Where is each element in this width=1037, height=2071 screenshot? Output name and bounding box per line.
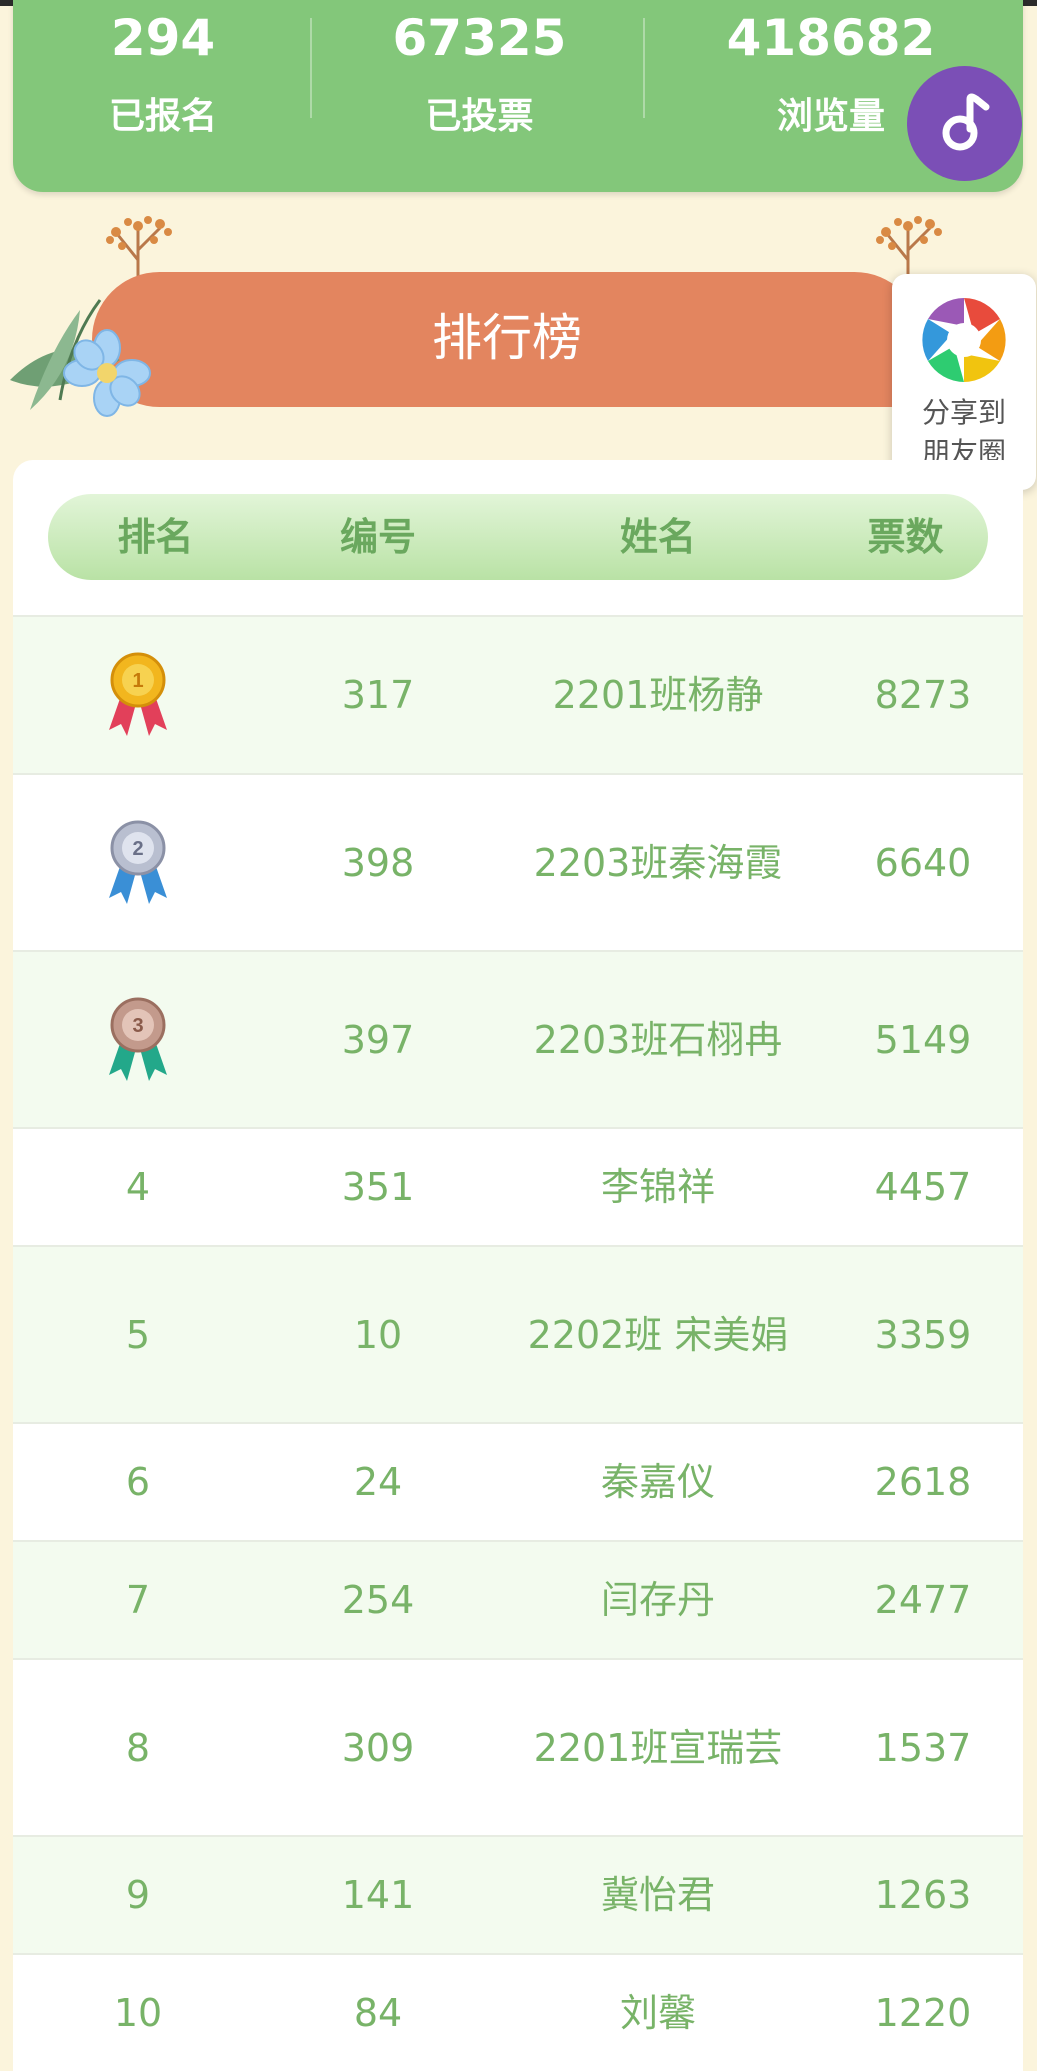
votes-cell: 6640	[874, 840, 972, 885]
table-row[interactable]: 4 351 李锦祥 4457	[13, 1127, 1023, 1245]
table-row[interactable]: 8 309 2201班宣瑞芸 1537	[13, 1658, 1023, 1835]
id-cell: 398	[341, 840, 415, 885]
id-cell: 141	[341, 1873, 415, 1917]
share-label-line1: 分享到	[921, 396, 1006, 429]
table-row[interactable]: 6 24 秦嘉仪 2618	[13, 1422, 1023, 1540]
rank-cell: 9	[125, 1873, 151, 1917]
votes-cell: 2618	[874, 1460, 972, 1504]
id-cell: 10	[353, 1312, 403, 1357]
rank-cell: 2	[13, 775, 263, 950]
silver-medal-icon: 2	[109, 820, 167, 904]
ranking-table: 排名 编号 姓名 票数 1 317 2201班杨静 8273 2 398 220…	[13, 460, 1023, 2071]
id-cell: 397	[341, 1017, 415, 1062]
name-cell: 2202班 宋美娟	[527, 1312, 789, 1357]
table-header: 排名 编号 姓名 票数	[48, 494, 988, 580]
ranking-title: 排行榜	[432, 309, 582, 367]
header-votes: 票数	[867, 515, 944, 559]
rank-cell: 1	[13, 617, 263, 773]
header-name: 姓名	[619, 515, 696, 559]
header-id: 编号	[339, 515, 416, 559]
stats-divider	[310, 18, 312, 118]
name-cell: 2201班杨静	[552, 673, 764, 717]
votes-cell: 1537	[874, 1725, 972, 1770]
svg-text:1: 1	[132, 670, 143, 692]
aperture-icon	[922, 298, 1006, 382]
rank-cell: 8	[125, 1725, 151, 1770]
bronze-medal-icon: 3	[109, 997, 167, 1081]
table-row[interactable]: 3 397 2203班石栩冉 5149	[13, 950, 1023, 1127]
table-row[interactable]: 2 398 2203班秦海霞 6640	[13, 773, 1023, 950]
svg-text:2: 2	[132, 838, 143, 860]
name-cell: 2201班宣瑞芸	[533, 1725, 783, 1770]
stats-panel: 294 已报名 67325 已投票 418682 浏览量	[13, 0, 1023, 192]
name-cell: 刘馨	[619, 1991, 696, 2035]
stat-votes-label: 已投票	[425, 96, 534, 137]
stat-registered-label: 已报名	[108, 96, 217, 137]
stat-registered: 294 已报名	[13, 0, 313, 192]
stat-registered-value: 294	[110, 9, 216, 67]
rank-cell: 7	[125, 1578, 151, 1622]
stat-views-value: 418682	[726, 9, 936, 67]
rank-cell: 10	[113, 1991, 163, 2035]
name-cell: 秦嘉仪	[600, 1460, 715, 1504]
table-row[interactable]: 7 254 闫存丹 2477	[13, 1540, 1023, 1658]
id-cell: 24	[353, 1460, 403, 1504]
table-row[interactable]: 9 141 冀怡君 1263	[13, 1835, 1023, 1953]
stat-votes-value: 67325	[392, 9, 567, 67]
votes-cell: 1263	[874, 1873, 972, 1917]
gold-medal-icon: 1	[109, 652, 167, 736]
rank-cell: 4	[125, 1165, 151, 1209]
rank-cell: 6	[125, 1460, 151, 1504]
votes-cell: 4457	[874, 1165, 972, 1209]
id-cell: 309	[341, 1725, 415, 1770]
name-cell: 2203班石栩冉	[533, 1017, 783, 1062]
votes-cell: 5149	[874, 1017, 972, 1062]
svg-text:3: 3	[132, 1015, 143, 1037]
id-cell: 351	[341, 1165, 415, 1209]
id-cell: 254	[341, 1578, 415, 1622]
votes-cell: 1220	[874, 1991, 972, 2035]
votes-cell: 2477	[874, 1578, 972, 1622]
rank-cell: 3	[13, 952, 263, 1127]
share-to-moments-button[interactable]: 分享到 朋友圈	[892, 274, 1036, 490]
name-cell: 2203班秦海霞	[533, 840, 783, 885]
music-button[interactable]	[907, 66, 1022, 181]
id-cell: 84	[353, 1991, 403, 2035]
table-row[interactable]: 1 317 2201班杨静 8273	[13, 615, 1023, 773]
stat-votes: 67325 已投票	[313, 0, 646, 192]
votes-cell: 8273	[874, 673, 972, 717]
rank-cell: 5	[125, 1312, 151, 1357]
ranking-title-banner: 排行榜	[92, 272, 922, 407]
flower-decoration	[63, 329, 151, 417]
votes-cell: 3359	[874, 1312, 972, 1357]
name-cell: 李锦祥	[600, 1165, 715, 1209]
music-note-icon	[942, 93, 989, 150]
name-cell: 闫存丹	[600, 1578, 715, 1622]
stats-divider	[643, 18, 645, 118]
name-cell: 冀怡君	[600, 1873, 715, 1917]
table-row[interactable]: 5 10 2202班 宋美娟 3359	[13, 1245, 1023, 1422]
table-row[interactable]: 10 84 刘馨 1220	[13, 1953, 1023, 2071]
header-rank: 排名	[117, 515, 194, 559]
id-cell: 317	[341, 673, 415, 717]
